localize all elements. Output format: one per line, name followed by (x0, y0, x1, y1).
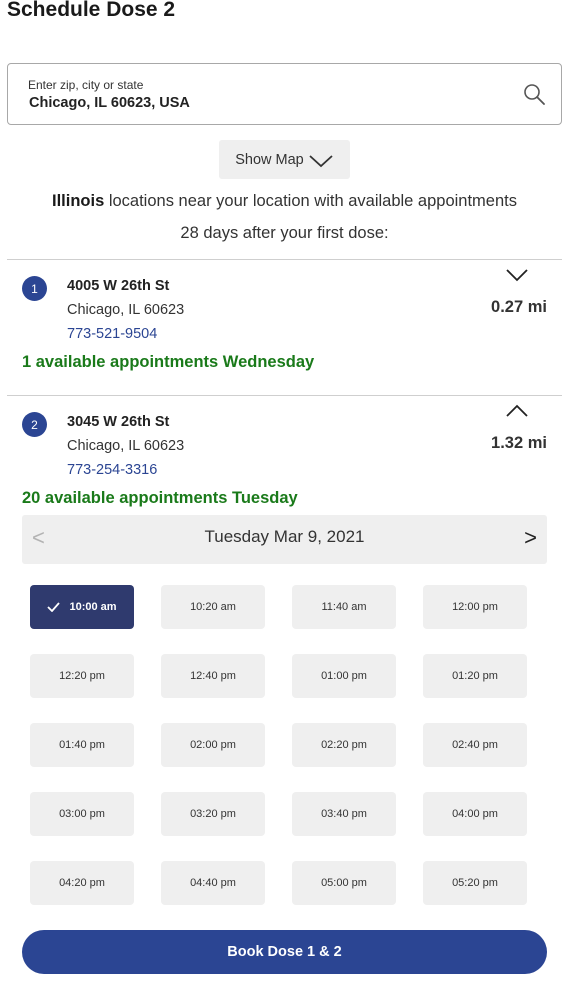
time-slot-button[interactable]: 02:00 pm (161, 723, 265, 767)
time-slot-label: 05:20 pm (452, 877, 498, 889)
search-field-label: Enter zip, city or state (28, 78, 144, 92)
chevron-down-icon (309, 154, 333, 167)
time-slot-label: 03:00 pm (59, 808, 105, 820)
book-dose-button[interactable]: Book Dose 1 & 2 (22, 930, 547, 974)
date-navigator: < Tuesday Mar 9, 2021 > (22, 515, 547, 564)
time-slot-label: 01:40 pm (59, 739, 105, 751)
time-slot-button[interactable]: 01:20 pm (423, 654, 527, 698)
time-slot-label: 12:20 pm (59, 670, 105, 682)
time-slot-label: 04:00 pm (452, 808, 498, 820)
state-name: Illinois (51, 192, 105, 210)
location-street: 3045 W 26th St (67, 414, 170, 430)
results-intro-line-1: Illinois locations near your location wi… (0, 192, 569, 211)
time-slot-button[interactable]: 03:20 pm (161, 792, 265, 836)
time-slot-button[interactable]: 02:20 pm (292, 723, 396, 767)
time-slot-label: 01:00 pm (321, 670, 367, 682)
show-map-button[interactable]: Show Map (219, 140, 350, 179)
time-slot-label: 04:20 pm (59, 877, 105, 889)
time-slot-button[interactable]: 04:00 pm (423, 792, 527, 836)
chevron-down-icon[interactable] (505, 267, 529, 283)
time-slot-label: 11:40 am (321, 601, 367, 613)
location-phone-link[interactable]: 773-521-9504 (67, 326, 157, 342)
time-slot-label: 10:00 am (69, 601, 117, 613)
location-card-2[interactable]: 2 3045 W 26th St Chicago, IL 60623 773-2… (0, 396, 587, 516)
time-slot-label: 01:20 pm (452, 670, 498, 682)
location-city: Chicago, IL 60623 (67, 302, 185, 318)
time-slot-label: 02:00 pm (190, 739, 236, 751)
time-slot-label: 12:00 pm (452, 601, 498, 613)
location-distance: 1.32 mi (491, 434, 547, 452)
location-availability: 1 available appointments Wednesday (22, 353, 315, 371)
time-slot-label: 02:40 pm (452, 739, 498, 751)
show-map-label: Show Map (235, 151, 304, 168)
time-slot-button[interactable]: 05:00 pm (292, 861, 396, 905)
next-day-button[interactable]: > (524, 525, 537, 551)
location-number-badge: 2 (22, 412, 47, 437)
location-card-1[interactable]: 1 4005 W 26th St Chicago, IL 60623 773-5… (0, 260, 587, 380)
time-slot-button[interactable]: 04:20 pm (30, 861, 134, 905)
time-slot-button[interactable]: 02:40 pm (423, 723, 527, 767)
time-slot-label: 10:20 am (190, 601, 236, 613)
selected-date-label: Tuesday Mar 9, 2021 (204, 527, 365, 546)
results-intro-text: locations near your location with availa… (104, 192, 517, 210)
results-intro-line-2: 28 days after your first dose: (180, 224, 389, 242)
time-slot-button[interactable]: 03:00 pm (30, 792, 134, 836)
checkmark-icon (47, 602, 61, 612)
location-search-field[interactable]: Enter zip, city or state Chicago, IL 606… (7, 63, 562, 125)
location-street: 4005 W 26th St (67, 278, 170, 294)
location-number-badge: 1 (22, 276, 47, 301)
page-title: Schedule Dose 2 (7, 0, 176, 21)
chevron-up-icon[interactable] (505, 403, 529, 419)
time-slot-button[interactable]: 05:20 pm (423, 861, 527, 905)
search-input[interactable]: Chicago, IL 60623, USA (29, 95, 190, 111)
search-icon[interactable] (523, 83, 545, 105)
time-slot-button[interactable]: 01:40 pm (30, 723, 134, 767)
location-distance: 0.27 mi (491, 298, 547, 316)
time-slot-button[interactable]: 12:40 pm (161, 654, 265, 698)
time-slot-label: 04:40 pm (190, 877, 236, 889)
time-slot-button[interactable]: 10:20 am (161, 585, 265, 629)
time-slot-button[interactable]: 01:00 pm (292, 654, 396, 698)
location-availability: 20 available appointments Tuesday (22, 489, 298, 507)
time-slot-label: 02:20 pm (321, 739, 367, 751)
location-phone-link[interactable]: 773-254-3316 (67, 462, 157, 478)
time-slot-button[interactable]: 12:20 pm (30, 654, 134, 698)
time-slot-button[interactable]: 04:40 pm (161, 861, 265, 905)
location-city: Chicago, IL 60623 (67, 438, 185, 454)
time-slot-button[interactable]: 03:40 pm (292, 792, 396, 836)
time-slot-label: 05:00 pm (321, 877, 367, 889)
time-slot-button[interactable]: 12:00 pm (423, 585, 527, 629)
time-slot-button[interactable]: 10:00 am (30, 585, 134, 629)
time-slot-label: 03:40 pm (321, 808, 367, 820)
time-slot-label: 12:40 pm (190, 670, 236, 682)
time-slot-button[interactable]: 11:40 am (292, 585, 396, 629)
time-slot-label: 03:20 pm (190, 808, 236, 820)
